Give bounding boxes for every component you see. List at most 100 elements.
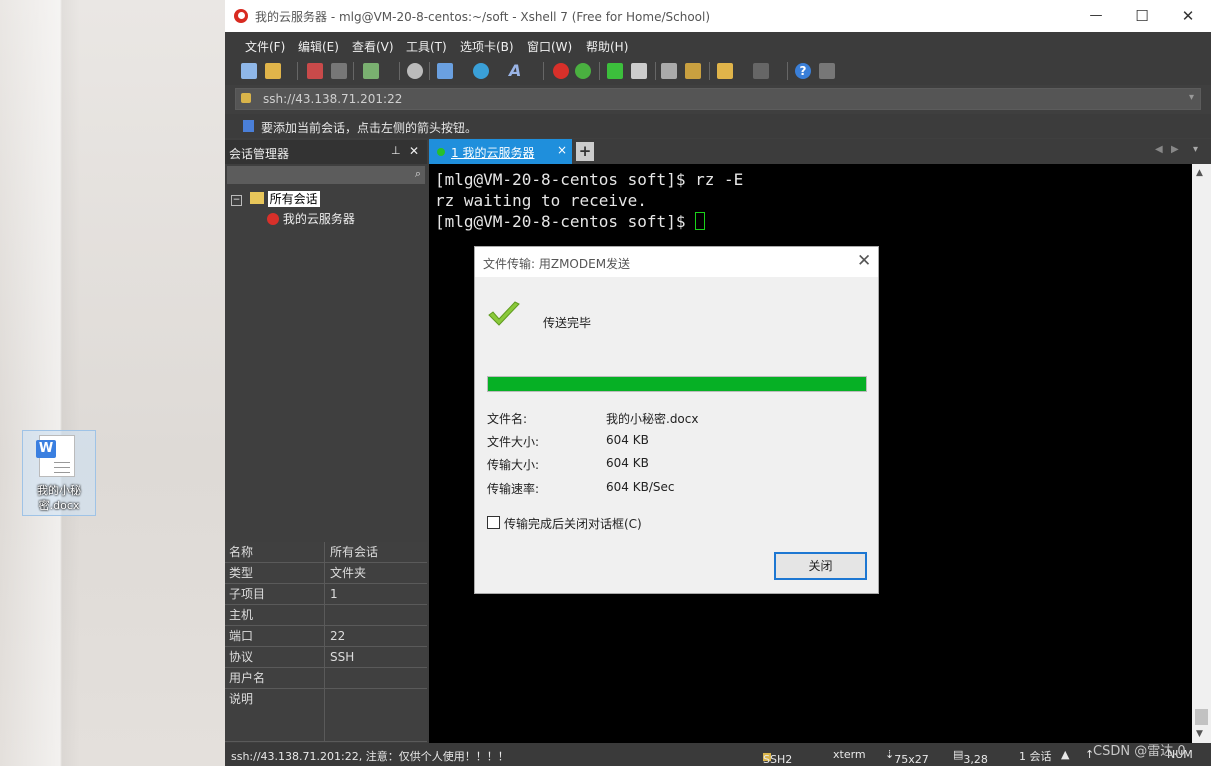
xshell-icon[interactable] bbox=[553, 63, 569, 79]
toolbar: A ? bbox=[225, 57, 1211, 85]
tile-icon[interactable] bbox=[753, 63, 769, 79]
info-row-transferred: 传输大小: 604 KB bbox=[487, 456, 649, 472]
tab-my-server[interactable]: 1 我的云服务器 × bbox=[429, 139, 572, 164]
menu-window[interactable]: 窗口(W) bbox=[527, 38, 572, 55]
dialog-close-icon[interactable]: ✕ bbox=[857, 251, 871, 271]
tree-item-my-server[interactable]: 我的云服务器 bbox=[267, 210, 355, 227]
status-connection-text: ssh://43.138.71.201:22, 注意：仅供个人使用！！！！ bbox=[231, 750, 509, 763]
dialog-title: 文件传输: 用ZMODEM发送 bbox=[483, 257, 631, 271]
status-terminal-type: xterm bbox=[833, 748, 866, 761]
session-manager-title: 会话管理器 bbox=[229, 147, 290, 161]
progress-fill bbox=[488, 377, 866, 391]
status-session-up-icon[interactable]: ▲ bbox=[1061, 748, 1069, 761]
maximize-button[interactable]: ☐ bbox=[1119, 0, 1165, 32]
close-on-complete-label[interactable]: 传输完成后关闭对话框(C) bbox=[504, 515, 642, 532]
minimize-button[interactable]: — bbox=[1073, 0, 1119, 32]
search-icon[interactable]: ⌕ bbox=[415, 167, 421, 181]
xftp-icon[interactable] bbox=[575, 63, 591, 79]
property-row: 用户名 bbox=[225, 668, 427, 689]
xshell-logo-icon bbox=[234, 9, 248, 23]
layout-icon[interactable] bbox=[437, 63, 453, 79]
hint-text: 要添加当前会话，点击左侧的箭头按钮。 bbox=[261, 121, 478, 135]
info-row-speed: 传输速率: 604 KB/Sec bbox=[487, 480, 675, 496]
menu-tabs[interactable]: 选项卡(B) bbox=[460, 38, 514, 55]
terminal-cursor bbox=[695, 212, 706, 230]
info-row-filename: 文件名: 我的小秘密.docx bbox=[487, 412, 699, 426]
chat-icon[interactable] bbox=[819, 63, 835, 79]
dialog-close-button[interactable]: 关闭 bbox=[774, 552, 867, 580]
watermark: CSDN @雷达.0 bbox=[1093, 744, 1186, 759]
property-row: 说明 bbox=[225, 689, 427, 742]
desktop-file-label: 我的小秘密.docx bbox=[37, 484, 81, 512]
address-bar[interactable]: ssh://43.138.71.201:22 ▾ bbox=[235, 88, 1201, 110]
tab-scroll-left-icon[interactable]: ◀ bbox=[1155, 144, 1163, 155]
compose-icon[interactable] bbox=[685, 63, 701, 79]
info-row-filesize: 文件大小: 604 KB bbox=[487, 433, 649, 449]
status-cursor-position: ▤ 3,28 bbox=[953, 748, 988, 766]
close-on-complete-checkbox[interactable] bbox=[487, 516, 500, 529]
title-bar[interactable]: 我的云服务器 - mlg@VM-20-8-centos:~/soft - Xsh… bbox=[225, 0, 1211, 32]
panel-close-button[interactable]: ✕ bbox=[409, 144, 419, 158]
tab-label: 1 我的云服务器 bbox=[451, 146, 535, 160]
property-row: 子项目 1 bbox=[225, 584, 427, 605]
checkmark-icon bbox=[488, 301, 520, 326]
scroll-up-icon[interactable]: ▲ bbox=[1196, 168, 1203, 178]
search-icon[interactable] bbox=[407, 63, 423, 79]
font-icon[interactable]: A bbox=[509, 63, 525, 79]
session-search-input[interactable]: ⌕ bbox=[227, 166, 425, 184]
transfer-progress-bar bbox=[487, 376, 867, 392]
dialog-title-bar[interactable]: 文件传输: 用ZMODEM发送 ✕ bbox=[475, 247, 878, 277]
desktop-background bbox=[0, 0, 225, 766]
terminal-scrollbar[interactable]: ▲ ▼ bbox=[1192, 164, 1211, 743]
tab-bar: 1 我的云服务器 × + ◀ ▶ ▾ bbox=[429, 139, 1211, 164]
pin-icon[interactable]: ⊥ bbox=[391, 144, 401, 157]
window-title: 我的云服务器 - mlg@VM-20-8-centos:~/soft - Xsh… bbox=[255, 10, 711, 24]
scroll-down-icon[interactable]: ▼ bbox=[1196, 729, 1203, 739]
connect-icon[interactable] bbox=[307, 63, 323, 79]
transfer-icon[interactable] bbox=[363, 63, 379, 79]
property-row: 类型 文件夹 bbox=[225, 563, 427, 584]
help-icon[interactable]: ? bbox=[795, 63, 811, 79]
collapse-icon[interactable]: − bbox=[231, 195, 242, 206]
scroll-thumb[interactable] bbox=[1195, 709, 1208, 725]
lock-icon bbox=[241, 93, 251, 103]
new-session-icon[interactable] bbox=[241, 63, 257, 79]
chevron-down-icon[interactable]: ▾ bbox=[1189, 92, 1194, 103]
session-hint-bar: 要添加当前会话，点击左侧的箭头按钮。 bbox=[225, 114, 1211, 138]
word-document-icon: W bbox=[36, 435, 75, 477]
terminal-prompt-line: [mlg@VM-20-8-centos soft]$ bbox=[435, 212, 706, 231]
property-row: 端口 22 bbox=[225, 626, 427, 647]
menu-help[interactable]: 帮助(H) bbox=[586, 38, 628, 55]
status-session-count: 1 会话 bbox=[1019, 750, 1052, 763]
menu-tools[interactable]: 工具(T) bbox=[406, 38, 447, 55]
globe-icon[interactable] bbox=[473, 63, 489, 79]
add-folder-icon[interactable] bbox=[717, 63, 733, 79]
session-manager-panel: 会话管理器 ⊥ ✕ ⌕ − 所有会话 我的云服务器 名称 所有会话 类型 文件夹 子… bbox=[225, 140, 427, 743]
open-folder-icon[interactable] bbox=[265, 63, 281, 79]
keyboard-icon[interactable] bbox=[661, 63, 677, 79]
property-row: 主机 bbox=[225, 605, 427, 626]
transfer-status-text: 传送完毕 bbox=[543, 316, 592, 330]
xshell-session-icon bbox=[267, 213, 279, 225]
menu-bar: 文件(F) 编辑(E) 查看(V) 工具(T) 选项卡(B) 窗口(W) 帮助(… bbox=[225, 32, 1211, 57]
connected-status-icon bbox=[437, 148, 445, 156]
disconnect-icon[interactable] bbox=[331, 63, 347, 79]
terminal-line: rz waiting to receive. bbox=[435, 191, 647, 210]
terminal-line: [mlg@VM-20-8-centos soft]$ rz -E bbox=[435, 170, 744, 189]
tab-list-icon[interactable]: ▾ bbox=[1193, 144, 1198, 155]
desktop-file-icon[interactable]: W 我的小秘密.docx bbox=[22, 430, 96, 516]
tab-scroll-right-icon[interactable]: ▶ bbox=[1171, 144, 1179, 155]
property-row: 协议 SSH bbox=[225, 647, 427, 668]
address-text: ssh://43.138.71.201:22 bbox=[263, 92, 403, 106]
menu-file[interactable]: 文件(F) bbox=[245, 38, 285, 55]
menu-view[interactable]: 查看(V) bbox=[352, 38, 394, 55]
tree-root-all-sessions[interactable]: − 所有会话 bbox=[231, 190, 320, 207]
lock-icon[interactable] bbox=[631, 63, 647, 79]
tab-close-button[interactable]: × bbox=[557, 143, 567, 157]
close-button[interactable]: ✕ bbox=[1165, 0, 1211, 32]
add-session-arrow-icon[interactable] bbox=[243, 120, 254, 132]
menu-edit[interactable]: 编辑(E) bbox=[298, 38, 339, 55]
fullscreen-icon[interactable] bbox=[607, 63, 623, 79]
new-tab-button[interactable]: + bbox=[576, 142, 594, 161]
tree-root-label: 所有会话 bbox=[267, 191, 320, 207]
